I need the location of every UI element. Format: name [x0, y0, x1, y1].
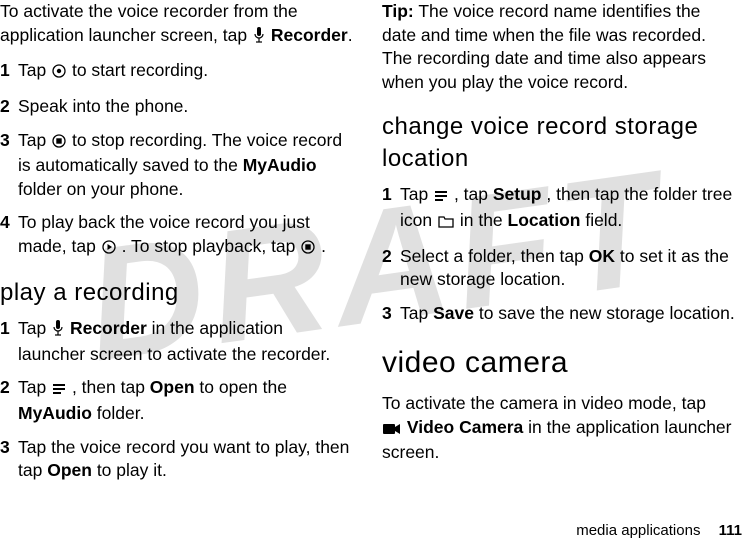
cstep-3: 3 Tap Save to save the new storage locat… [382, 302, 736, 326]
stop-icon [301, 237, 315, 261]
page-footer: media applications 111 [576, 522, 742, 539]
step-body: To play back the voice record you just m… [18, 211, 354, 260]
tip-label: Tip: [382, 1, 414, 21]
step-4: 4 To play back the voice record you just… [0, 211, 354, 260]
step-body: Tap Save to save the new storage locatio… [400, 302, 736, 326]
recorder-icon [253, 26, 265, 50]
video-camera-icon [383, 418, 401, 442]
step-number: 4 [0, 211, 18, 235]
step-number: 2 [0, 376, 18, 400]
text: folder on your phone. [18, 179, 183, 199]
text: field. [585, 210, 622, 230]
step-2: 2 Speak into the phone. [0, 95, 354, 119]
open-label: Open [47, 460, 92, 480]
left-column: To activate the voice recorder from the … [0, 0, 354, 493]
text: , tap [454, 184, 493, 204]
play-recording-heading: play a recording [0, 277, 354, 309]
step-body: Tap to stop recording. The voice record … [18, 129, 354, 202]
footer-section: media applications [576, 522, 700, 539]
intro-paragraph: To activate the voice recorder from the … [0, 0, 354, 49]
pstep-3: 3 Tap the voice record you want to play,… [0, 436, 354, 483]
recorder-icon [52, 319, 64, 343]
step-1: 1 Tap to start recording. [0, 59, 354, 85]
text: Speak into the phone. [18, 96, 188, 116]
step-number: 3 [382, 302, 400, 326]
text: To activate the camera in video mode, ta… [382, 393, 706, 413]
text: Tap [400, 303, 433, 323]
ok-label: OK [589, 246, 615, 266]
text: . To stop playback, tap [122, 236, 301, 256]
step-number: 1 [0, 317, 18, 341]
record-icon [52, 61, 66, 85]
change-storage-heading: change voice record storage location [382, 111, 736, 176]
text: in the [460, 210, 508, 230]
pstep-2: 2 Tap , then tap Open to open the MyAudi… [0, 376, 354, 425]
intro-post: . [348, 25, 353, 45]
cstep-1: 1 Tap , tap Setup , then tap the folder … [382, 183, 736, 234]
text: Tap [18, 60, 51, 80]
text: to play it. [97, 460, 167, 480]
video-camera-label: Video Camera [407, 417, 523, 437]
text: in the application launcher screen to ac… [18, 318, 330, 364]
step-body: Tap to start recording. [18, 59, 354, 85]
text: Tap [18, 130, 51, 150]
text: Select a folder, then tap [400, 246, 589, 266]
step-number: 1 [0, 59, 18, 83]
page-content: To activate the voice recorder from the … [0, 0, 754, 493]
intro-recorder-label: Recorder [271, 25, 348, 45]
location-label: Location [508, 210, 581, 230]
folder-icon [438, 211, 454, 235]
video-paragraph: To activate the camera in video mode, ta… [382, 392, 736, 465]
step-number: 3 [0, 129, 18, 153]
save-label: Save [433, 303, 474, 323]
text: . [321, 236, 326, 256]
text: to open the [199, 377, 287, 397]
text: folder. [97, 403, 145, 423]
menu-icon [52, 378, 66, 402]
open-label: Open [150, 377, 195, 397]
myaudio-label: MyAudio [243, 155, 317, 175]
text: Tap [18, 318, 51, 338]
step-body: Speak into the phone. [18, 95, 354, 119]
page-number: 111 [719, 522, 742, 539]
right-column: Tip: The voice record name identifies th… [382, 0, 736, 493]
step-number: 3 [0, 436, 18, 460]
recorder-label: Recorder [70, 318, 147, 338]
text: Tap [18, 377, 51, 397]
text: to start recording. [72, 60, 208, 80]
step-number: 2 [382, 245, 400, 269]
text: to save the new storage location. [479, 303, 735, 323]
cstep-2: 2 Select a folder, then tap OK to set it… [382, 245, 736, 292]
step-number: 2 [0, 95, 18, 119]
step-body: Tap the voice record you want to play, t… [18, 436, 354, 483]
step-number: 1 [382, 183, 400, 207]
video-camera-heading: video camera [382, 343, 736, 384]
text: , then tap [72, 377, 150, 397]
setup-label: Setup [493, 184, 542, 204]
step-body: Tap , tap Setup , then tap the folder tr… [400, 183, 736, 234]
step-body: Tap , then tap Open to open the MyAudio … [18, 376, 354, 425]
tip-text: The voice record name identifies the dat… [382, 1, 706, 92]
step-body: Tap Recorder in the application launcher… [18, 317, 354, 366]
stop-icon [52, 131, 66, 155]
step-3: 3 Tap to stop recording. The voice recor… [0, 129, 354, 202]
step-body: Select a folder, then tap OK to set it a… [400, 245, 736, 292]
play-icon [102, 237, 116, 261]
pstep-1: 1 Tap Recorder in the application launch… [0, 317, 354, 366]
myaudio-label: MyAudio [18, 403, 92, 423]
menu-icon [434, 185, 448, 209]
text: Tap [400, 184, 433, 204]
tip-paragraph: Tip: The voice record name identifies th… [382, 0, 736, 95]
